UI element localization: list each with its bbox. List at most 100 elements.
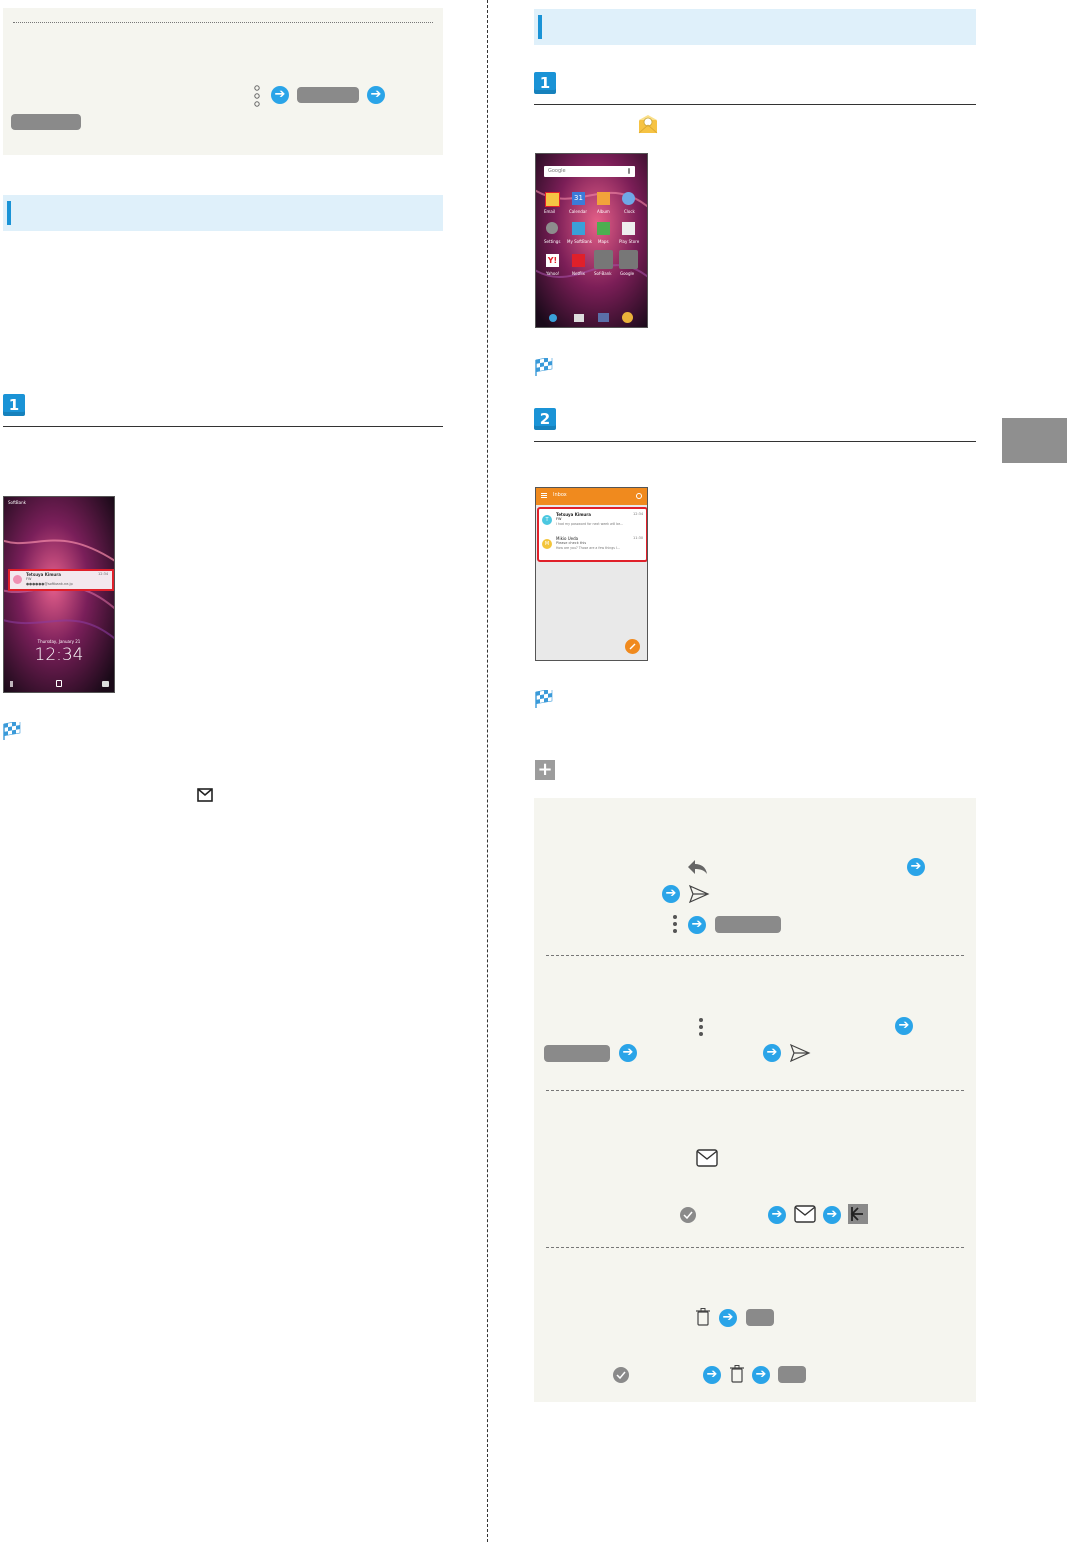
google-search-bar[interactable]: Google (544, 166, 635, 177)
app-label: Settings (544, 239, 561, 244)
tip-divider (546, 955, 964, 956)
message-subject: FW (556, 517, 562, 521)
message-preview: I had my password for next week will be.… (556, 522, 624, 526)
search-icon[interactable] (636, 493, 642, 499)
info-box-top: ➔ ➔ (3, 8, 443, 155)
flag-icon (535, 688, 553, 708)
section-accent (538, 15, 542, 39)
app-maps[interactable] (597, 222, 610, 235)
chrome-icon[interactable] (622, 312, 633, 323)
menu-chip[interactable] (746, 1309, 774, 1326)
app-folder-google[interactable] (619, 250, 638, 269)
step-rule (534, 104, 976, 105)
lock-icon[interactable] (56, 680, 62, 687)
app-label: Maps (598, 239, 609, 244)
check-circle-icon (612, 1366, 630, 1384)
tip-divider (546, 1247, 964, 1248)
notification-subject: FW (26, 577, 32, 581)
step-rule (534, 441, 976, 442)
flag-icon (3, 720, 21, 740)
app-label: Netflix (572, 271, 586, 276)
arrow-right-icon: ➔ (907, 858, 925, 876)
app-calendar[interactable]: 31 (572, 192, 585, 205)
back-arrow-icon (848, 1204, 868, 1224)
app-playstore[interactable] (622, 222, 635, 235)
more-vert-icon (253, 85, 261, 107)
arrow-right-icon: ➔ (768, 1206, 786, 1224)
camera-icon[interactable] (102, 681, 109, 687)
mic-icon[interactable] (628, 168, 630, 174)
step-badge: 1 (534, 72, 556, 94)
compose-fab[interactable] (625, 639, 640, 654)
menu-chip[interactable] (297, 87, 359, 103)
notification-address: ●●●●●●@softbank.ne.jp (26, 582, 73, 586)
menu-chip[interactable] (778, 1366, 806, 1383)
section-header (534, 9, 976, 45)
app-netflix[interactable] (572, 254, 585, 267)
app-label: Yahoo! (546, 271, 560, 276)
app-label: Sof-Bank (594, 271, 612, 276)
list-item[interactable]: T Tetsuya Kimura 12:34 FW I had my passw… (541, 512, 644, 532)
search-label: Google (548, 168, 566, 174)
mail-icon (695, 1148, 719, 1168)
message-subject: Please check this (556, 541, 587, 545)
section-accent (7, 201, 11, 225)
menu-chip[interactable] (544, 1045, 610, 1062)
column-divider (487, 0, 488, 1542)
arrow-right-icon: ➔ (367, 86, 385, 104)
list-item[interactable]: M Mikio Ueda 11:30 Please check this How… (541, 536, 644, 556)
plus-icon: + (535, 760, 555, 780)
email-app-icon (638, 114, 658, 134)
avatar: M (542, 539, 552, 549)
app-email[interactable] (545, 192, 560, 207)
menu-chip[interactable] (715, 916, 781, 933)
avatar (13, 575, 22, 584)
app-folder-softbank[interactable] (594, 250, 613, 269)
notification-time: 12:34 (98, 572, 109, 576)
app-label: Album (597, 209, 610, 214)
camera-icon[interactable] (598, 313, 609, 322)
menu-icon[interactable] (541, 493, 547, 494)
step-rule (3, 426, 443, 427)
lockscreen-screenshot: SoftBank Tetsuya Kimura 12:34 FW ●●●●●●@… (3, 496, 115, 693)
menu-chip[interactable] (11, 114, 81, 130)
arrow-right-icon: ➔ (752, 1366, 770, 1384)
app-settings[interactable] (546, 222, 558, 234)
avatar: T (542, 515, 552, 525)
mail-icon (197, 787, 213, 802)
step-badge: 2 (534, 408, 556, 430)
arrow-right-icon: ➔ (619, 1044, 637, 1062)
trash-icon (730, 1365, 744, 1383)
lockscreen-clock: 12:34 (34, 645, 84, 665)
app-clock[interactable] (622, 192, 635, 205)
lockscreen-notification[interactable]: Tetsuya Kimura 12:34 FW ●●●●●●@softbank.… (8, 569, 114, 591)
check-circle-icon (679, 1206, 697, 1224)
chapter-tab (1002, 418, 1067, 463)
inbox-title: Inbox (553, 492, 567, 498)
arrow-right-icon: ➔ (763, 1044, 781, 1062)
app-album[interactable] (597, 192, 610, 205)
arrow-right-icon: ➔ (719, 1309, 737, 1327)
app-label: Google (620, 271, 635, 276)
app-label: Calendar (569, 209, 587, 214)
info-box-tips: ➔ ➔ ➔ ➔ ➔ ➔ ➔ ➔ ➔ ➔ ➔ (534, 798, 976, 1402)
app-yahoo[interactable]: Y! (546, 254, 559, 267)
app-label: Clock (624, 209, 635, 214)
app-label: Email (544, 209, 556, 214)
info-divider (13, 22, 433, 23)
tip-divider (546, 1090, 964, 1091)
mail-icon[interactable] (574, 314, 584, 322)
homescreen-screenshot: Google Email 31 Calendar Album Clock Set… (535, 153, 648, 328)
arrow-right-icon: ➔ (662, 885, 680, 903)
more-vert-icon (10, 681, 13, 687)
arrow-right-icon: ➔ (688, 916, 706, 934)
step-badge: 1 (3, 394, 25, 416)
mail-icon (793, 1204, 817, 1224)
trash-icon (696, 1308, 710, 1326)
send-icon (688, 884, 710, 904)
phone-icon[interactable] (549, 314, 557, 322)
arrow-right-icon: ➔ (271, 86, 289, 104)
more-vert-icon (698, 1017, 704, 1037)
app-label: My SoftBank (567, 239, 593, 244)
app-mysoftbank[interactable] (572, 222, 585, 235)
